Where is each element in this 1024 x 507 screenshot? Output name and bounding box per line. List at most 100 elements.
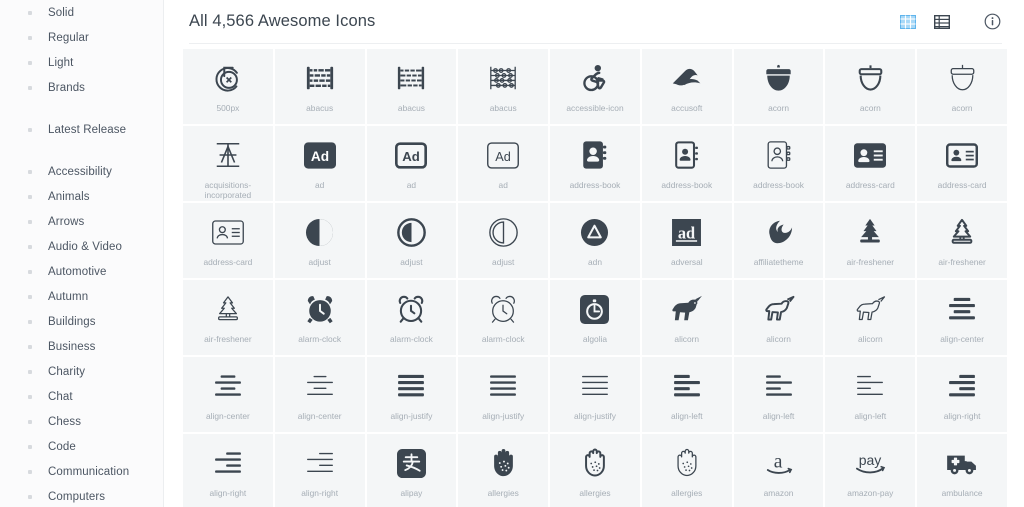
sidebar-item-autumn[interactable]: Autumn bbox=[0, 284, 163, 309]
icon-cell[interactable]: align-justify bbox=[366, 357, 457, 432]
icon-cell[interactable]: alicorn bbox=[825, 280, 916, 355]
icon-cell[interactable]: address-card bbox=[917, 126, 1007, 201]
icon-cell[interactable]: align-center bbox=[917, 280, 1007, 355]
sidebar-group-categories: Accessibility Animals Arrows Audio & Vid… bbox=[0, 159, 163, 507]
icon-cell[interactable]: address-book bbox=[641, 126, 732, 201]
icon-cell[interactable]: alipay bbox=[366, 434, 457, 507]
sidebar-item-computers[interactable]: Computers bbox=[0, 484, 163, 507]
sidebar-item-regular[interactable]: Regular bbox=[0, 25, 163, 50]
icon-cell[interactable]: address-book bbox=[550, 126, 640, 201]
icon-cell[interactable]: abacus bbox=[274, 49, 365, 124]
icon-cell[interactable]: air-freshener bbox=[917, 203, 1007, 278]
icon-adversal: ad bbox=[672, 212, 702, 252]
icon-cell[interactable]: acorn bbox=[733, 49, 824, 124]
sidebar-item-brands[interactable]: Brands bbox=[0, 75, 163, 100]
icon-cell[interactable]: align-left bbox=[641, 357, 732, 432]
icon-cell[interactable]: alicorn bbox=[641, 280, 732, 355]
sidebar-item-solid[interactable]: Solid bbox=[0, 0, 163, 25]
icon-cell[interactable]: address-card bbox=[825, 126, 916, 201]
bullet-icon bbox=[28, 219, 32, 224]
bullet-icon bbox=[28, 319, 32, 324]
icon-cell[interactable]: alicorn bbox=[733, 280, 824, 355]
icon-cell[interactable]: allergies bbox=[641, 434, 732, 507]
icon-cell[interactable]: address-card bbox=[183, 203, 273, 278]
icon-cell[interactable]: a amazon bbox=[733, 434, 824, 507]
icon-cell[interactable]: align-right bbox=[183, 434, 273, 507]
icon-cell[interactable]: adjust bbox=[366, 203, 457, 278]
icon-cell[interactable]: alarm-clock bbox=[458, 280, 549, 355]
icon-cell[interactable]: allergies bbox=[458, 434, 549, 507]
icon-cell[interactable]: affiliatetheme bbox=[733, 203, 824, 278]
icon-cell[interactable]: abacus bbox=[458, 49, 549, 124]
icon-cell[interactable]: acorn bbox=[825, 49, 916, 124]
icon-label: address-book bbox=[661, 180, 713, 190]
sidebar-item-buildings[interactable]: Buildings bbox=[0, 309, 163, 334]
icon-cell[interactable]: ambulance bbox=[917, 434, 1007, 507]
list-view-icon[interactable] bbox=[932, 12, 952, 32]
icon-label: adjust bbox=[400, 257, 423, 267]
sidebar-item-chat[interactable]: Chat bbox=[0, 384, 163, 409]
icon-cell[interactable]: acquisitions-incorporated bbox=[183, 126, 273, 201]
icon-cell[interactable]: accessible-icon bbox=[550, 49, 640, 124]
icon-cell[interactable]: align-center bbox=[183, 357, 273, 432]
sidebar-item-automotive[interactable]: Automotive bbox=[0, 259, 163, 284]
view-toggle-group bbox=[898, 12, 1002, 32]
sidebar-item-code[interactable]: Code bbox=[0, 434, 163, 459]
sidebar-item-charity[interactable]: Charity bbox=[0, 359, 163, 384]
icon-cell[interactable]: pay amazon-pay bbox=[825, 434, 916, 507]
grid-view-icon[interactable] bbox=[898, 12, 918, 32]
icon-cell[interactable]: air-freshener bbox=[183, 280, 273, 355]
icon-address-card-regular bbox=[946, 135, 979, 175]
bullet-icon bbox=[28, 419, 32, 424]
icon-cell[interactable]: Ad ad bbox=[274, 126, 365, 201]
icon-cell[interactable]: 500px bbox=[183, 49, 273, 124]
icon-align-right-light bbox=[305, 443, 335, 483]
sidebar-item-latest-release[interactable]: Latest Release bbox=[0, 117, 163, 142]
icon-cell[interactable]: air-freshener bbox=[825, 203, 916, 278]
icon-air-freshener-light bbox=[214, 289, 242, 329]
icon-cell[interactable]: align-left bbox=[825, 357, 916, 432]
info-icon[interactable] bbox=[982, 12, 1002, 32]
icon-cell[interactable]: alarm-clock bbox=[274, 280, 365, 355]
icon-alarm-clock-light bbox=[488, 289, 518, 329]
page-title: All 4,566 Awesome Icons bbox=[189, 12, 376, 30]
icon-cell[interactable]: adjust bbox=[274, 203, 365, 278]
sidebar-item-communication[interactable]: Communication bbox=[0, 459, 163, 484]
icon-cell[interactable]: adjust bbox=[458, 203, 549, 278]
icon-cell[interactable]: Ad ad bbox=[366, 126, 457, 201]
sidebar-item-business[interactable]: Business bbox=[0, 334, 163, 359]
sidebar-item-animals[interactable]: Animals bbox=[0, 184, 163, 209]
icon-cell[interactable]: align-right bbox=[917, 357, 1007, 432]
icon-cell[interactable]: align-center bbox=[274, 357, 365, 432]
sidebar-item-audio-video[interactable]: Audio & Video bbox=[0, 234, 163, 259]
icon-label: align-left bbox=[670, 411, 703, 421]
sidebar-item-light[interactable]: Light bbox=[0, 50, 163, 75]
icon-cell[interactable]: Ad ad bbox=[458, 126, 549, 201]
icon-cell[interactable]: address-book bbox=[733, 126, 824, 201]
sidebar-item-arrows[interactable]: Arrows bbox=[0, 209, 163, 234]
icon-cell[interactable]: alarm-clock bbox=[366, 280, 457, 355]
icon-cell[interactable]: allergies bbox=[550, 434, 640, 507]
icon-label: acquisitions-incorporated bbox=[204, 180, 252, 200]
icon-cell[interactable]: align-justify bbox=[550, 357, 640, 432]
icon-cell[interactable]: abacus bbox=[366, 49, 457, 124]
sidebar-item-label: Latest Release bbox=[48, 123, 127, 136]
sidebar-item-accessibility[interactable]: Accessibility bbox=[0, 159, 163, 184]
icon-label: address-card bbox=[845, 180, 895, 190]
icon-label: air-freshener bbox=[846, 257, 895, 267]
icon-cell[interactable]: ad adversal bbox=[641, 203, 732, 278]
sidebar[interactable]: Solid Regular Light Brands Latest Releas… bbox=[0, 0, 164, 507]
icon-cell[interactable]: algolia bbox=[550, 280, 640, 355]
icon-cell[interactable]: align-right bbox=[274, 434, 365, 507]
icon-cell[interactable]: align-left bbox=[733, 357, 824, 432]
icon-label: acorn bbox=[951, 103, 973, 113]
sidebar-item-label: Light bbox=[48, 56, 74, 69]
icon-alarm-clock-regular bbox=[396, 289, 426, 329]
icon-cell[interactable]: accusoft bbox=[641, 49, 732, 124]
icon-cell[interactable]: acorn bbox=[917, 49, 1007, 124]
bullet-icon bbox=[28, 127, 32, 132]
icon-alarm-clock-solid bbox=[305, 289, 335, 329]
sidebar-item-chess[interactable]: Chess bbox=[0, 409, 163, 434]
icon-cell[interactable]: align-justify bbox=[458, 357, 549, 432]
icon-cell[interactable]: adn bbox=[550, 203, 640, 278]
